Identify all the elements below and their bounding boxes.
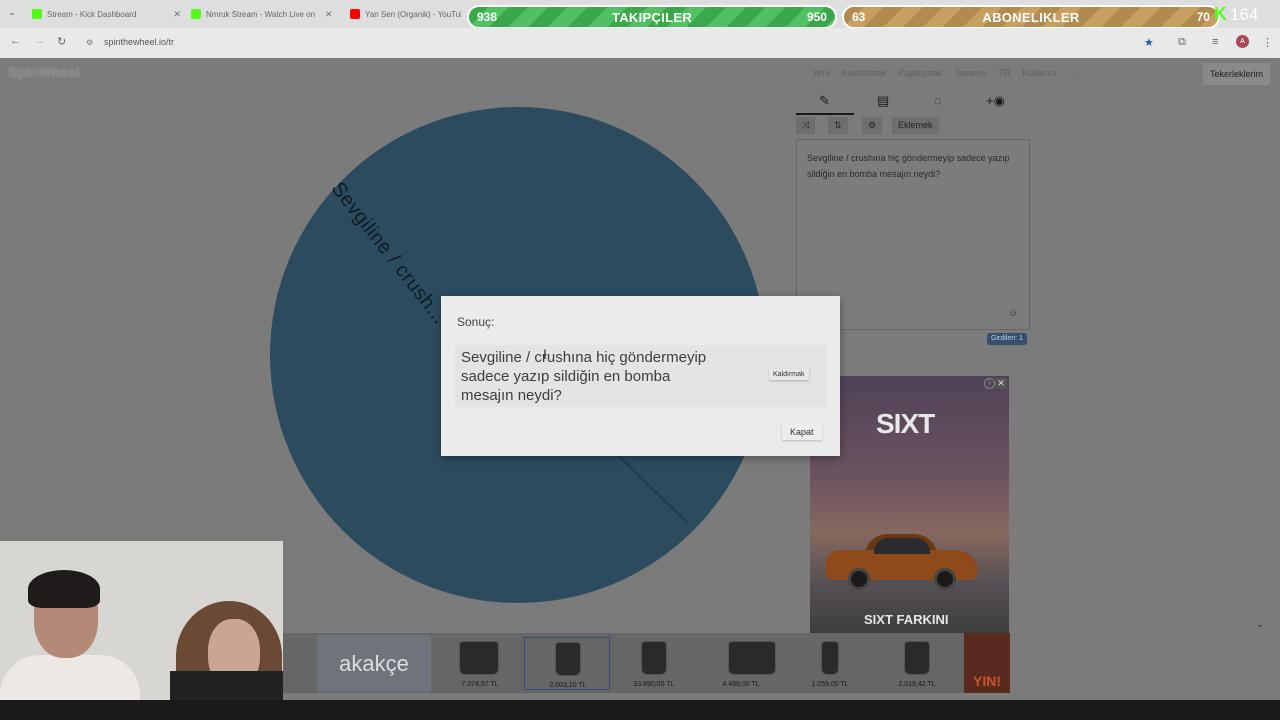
nav-design[interactable]: Tasarım — [954, 68, 986, 79]
subscribers-goal: 70 — [1196, 10, 1210, 24]
result-text: Sevgiline / crushına hiç göndermeyip sad… — [461, 349, 707, 404]
followers-current: 938 — [477, 10, 498, 24]
product-price: 33.890,00 TL — [633, 681, 675, 688]
product-price: 2.019,42 TL — [898, 681, 936, 688]
extensions-icon[interactable]: ⧉ — [1178, 36, 1186, 49]
nav-language[interactable]: TR — [998, 68, 1010, 79]
remove-button[interactable]: Kaldırmak — [769, 369, 809, 380]
product-card[interactable]: 4.499,00 TL — [698, 637, 784, 690]
nav-share[interactable]: Paylaşmak — [898, 68, 942, 79]
tab-nmruk-stream[interactable]: Nmruk Stream - Watch Live on Kick ✕ — [191, 4, 333, 24]
product-card[interactable]: 33.890,00 TL — [611, 637, 697, 690]
kick-icon: K — [1214, 4, 1227, 24]
forward-icon[interactable]: → — [34, 35, 45, 47]
results-tab-clipboard-icon[interactable]: ▤ — [877, 93, 889, 109]
product-card[interactable]: 2.019,42 TL — [874, 637, 960, 690]
ad-side-text: YIN! — [964, 633, 1010, 693]
add-image-button[interactable]: Eklemek ▣ — [892, 117, 939, 147]
nav-save[interactable]: Kaydetmek — [841, 68, 886, 79]
sort-icon[interactable]: ⇅ — [828, 117, 848, 134]
product-card[interactable]: 2.003,10 TL — [524, 637, 610, 690]
tab-title: Stream - Kick Dashboard — [47, 9, 137, 19]
back-icon[interactable]: ← — [10, 35, 21, 47]
nav-new[interactable]: Yeni — [812, 68, 829, 79]
youtube-icon — [350, 9, 360, 19]
product-price: 1.059,00 TL — [811, 681, 849, 688]
ad-close-icon[interactable]: ✕ — [995, 378, 1007, 389]
webcam-overlay — [0, 541, 283, 700]
add-color-wheel-icon[interactable]: +◉ — [986, 93, 1005, 109]
product-price: 4.499,00 TL — [722, 681, 760, 688]
browser-toolbar: ← → ↻ ⚙ spinthewheel.io/tr ★ ⧉ ≡ ⋮ — [0, 28, 1280, 58]
panel-tabs: ✎ ▤ ◌ +◉ — [796, 89, 1030, 115]
settings-icon[interactable]: ⚙ — [862, 117, 883, 134]
tab-youtube[interactable]: Yan Sen (Organik) - YouTube — [350, 4, 461, 24]
menu-icon[interactable]: ⋮ — [1262, 36, 1273, 49]
followers-goal: 950 — [806, 10, 827, 24]
edit-tab-pencil-icon[interactable]: ✎ — [819, 93, 830, 109]
kick-icon — [191, 9, 201, 19]
dialog-title: Sonuç: — [457, 315, 495, 329]
text-cursor-icon: I — [543, 346, 547, 362]
media-icon[interactable]: ≡ — [1212, 36, 1218, 48]
subscribers-goal-bar: 63 ABONELIKLER 70 — [842, 5, 1220, 29]
close-icon[interactable]: ✕ — [173, 9, 181, 20]
top-nav: Yeni Kaydetmek Paylaşmak Tasarım TR Kull… — [812, 68, 1078, 79]
tab-title: Nmruk Stream - Watch Live on Kick — [206, 9, 316, 19]
viewer-count-value: 164 — [1230, 4, 1259, 24]
nav-more[interactable]: ⋮ — [1069, 68, 1078, 79]
bookmark-star-icon[interactable]: ★ — [1144, 36, 1154, 49]
tab-title: Yan Sen (Organik) - YouTube — [365, 9, 461, 19]
viewer-count: K 164 — [1214, 4, 1258, 25]
add-image-label: Eklemek — [898, 120, 933, 130]
close-button[interactable]: Kapat — [782, 424, 822, 440]
shuffle-icon[interactable]: ⤨ — [796, 117, 816, 134]
tab-kick-dashboard[interactable]: Stream - Kick Dashboard ✕ — [32, 4, 181, 24]
tab-list-icon[interactable]: ⌄ — [8, 7, 16, 18]
active-tab-indicator — [796, 113, 854, 115]
bottom-bar — [0, 700, 1280, 720]
ad-tagline: SIXT FARKINI — [864, 612, 949, 627]
profile-avatar[interactable]: A — [1236, 35, 1249, 48]
subscribers-current: 63 — [852, 10, 866, 24]
site-info-icon[interactable]: ⚙ — [86, 38, 93, 47]
car-image — [826, 532, 978, 590]
ad-info-icon[interactable]: i — [984, 378, 995, 389]
address-bar[interactable]: spinthewheel.io/tr — [104, 37, 174, 47]
followers-goal-bar: 938 TAKIPÇILER 950 — [467, 5, 837, 29]
emoji-icon[interactable]: ☺ — [1008, 308, 1018, 319]
akakce-logo[interactable]: akakçe — [317, 635, 431, 692]
product-price: 7.374,97 TL — [461, 681, 499, 688]
product-card[interactable]: 1.059,00 TL — [787, 637, 873, 690]
followers-label: TAKIPÇILER — [611, 9, 693, 25]
my-wheels-button[interactable]: Tekerleklerim — [1203, 63, 1271, 85]
entries-count-badge: Girdileri: 1 — [987, 333, 1027, 345]
hidden-tab-eye-off-icon[interactable]: ◌ — [934, 93, 942, 108]
product-card[interactable]: 7.374,97 TL — [437, 637, 523, 690]
product-price: 2.003,10 TL — [549, 682, 587, 689]
result-dialog: Sonuç: Sevgiline / crushına hiç gönderme… — [441, 296, 840, 456]
reload-icon[interactable]: ↻ — [57, 35, 66, 48]
sixt-logo: SIXT — [876, 408, 935, 439]
scroll-down-icon[interactable]: ⌄ — [1256, 619, 1264, 630]
close-icon[interactable]: ✕ — [325, 9, 333, 20]
site-logo[interactable]: SpinWheel — [8, 64, 80, 80]
kick-icon — [32, 9, 42, 19]
subscribers-label: ABONELIKLER — [982, 9, 1080, 25]
nav-user[interactable]: Kullanıcı — [1022, 68, 1057, 79]
